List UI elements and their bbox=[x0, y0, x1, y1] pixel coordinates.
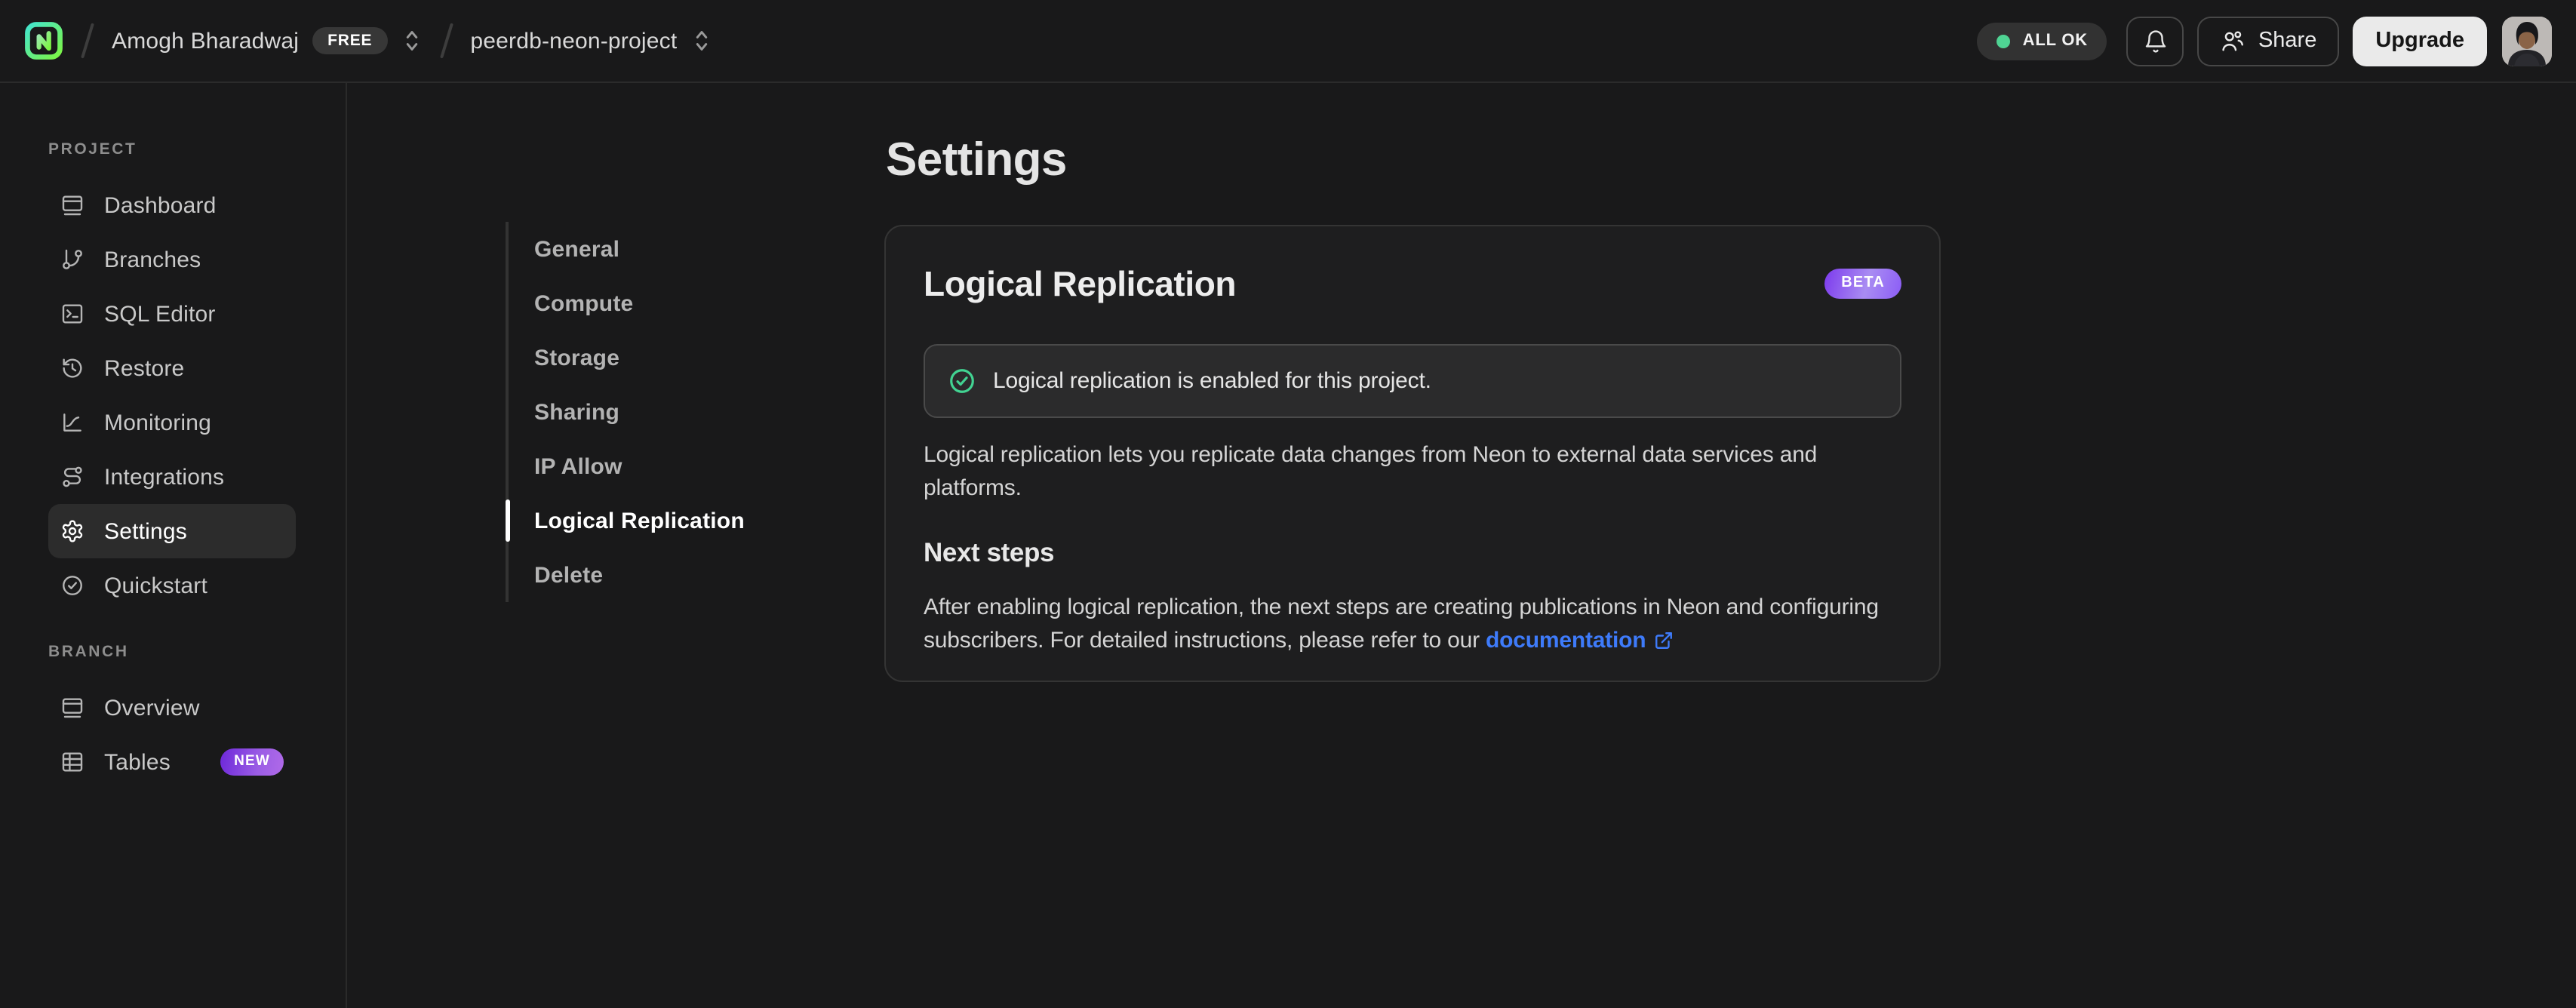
top-bar: Amogh Bharadwaj FREE peerdb-neon-project… bbox=[0, 0, 2576, 83]
project-name[interactable]: peerdb-neon-project bbox=[470, 28, 677, 54]
card-title: Logical Replication bbox=[924, 263, 1237, 303]
sidebar: PROJECT Dashboard Branches SQL Editor Re… bbox=[0, 83, 347, 1008]
notifications-button[interactable] bbox=[2126, 16, 2184, 66]
sidebar-item-integrations[interactable]: Integrations bbox=[48, 450, 296, 504]
plan-badge: FREE bbox=[312, 26, 388, 55]
subnav-item-storage[interactable]: Storage bbox=[509, 330, 833, 385]
breadcrumb-divider bbox=[439, 23, 453, 59]
upgrade-button[interactable]: Upgrade bbox=[2353, 16, 2487, 66]
next-steps-title: Next steps bbox=[924, 537, 1055, 567]
check-circle-icon bbox=[60, 573, 85, 598]
window-icon bbox=[60, 696, 85, 720]
sidebar-section-branch: BRANCH bbox=[48, 643, 129, 661]
page-title: Settings bbox=[886, 133, 1067, 186]
subnav-item-sharing[interactable]: Sharing bbox=[509, 385, 833, 439]
status-badge[interactable]: ALL OK bbox=[1977, 22, 2107, 60]
users-icon bbox=[2221, 28, 2246, 54]
sidebar-item-branches[interactable]: Branches bbox=[48, 232, 296, 287]
org-name[interactable]: Amogh Bharadwaj bbox=[112, 28, 299, 54]
chevron-up-down-icon[interactable] bbox=[690, 29, 712, 53]
subnav-item-ip-allow[interactable]: IP Allow bbox=[509, 439, 833, 493]
sidebar-item-dashboard[interactable]: Dashboard bbox=[48, 178, 296, 232]
card-header: Logical Replication BETA bbox=[924, 263, 1901, 305]
org-selector[interactable]: Amogh Bharadwaj FREE bbox=[112, 26, 422, 55]
sidebar-item-quickstart[interactable]: Quickstart bbox=[48, 558, 296, 613]
subnav-item-logical-replication[interactable]: Logical Replication bbox=[506, 493, 833, 548]
beta-badge: BETA bbox=[1824, 269, 1901, 299]
subnav-item-compute[interactable]: Compute bbox=[509, 276, 833, 330]
share-button[interactable]: Share bbox=[2197, 16, 2340, 66]
subnav-item-delete[interactable]: Delete bbox=[509, 548, 833, 602]
new-badge: NEW bbox=[220, 748, 284, 776]
bell-icon bbox=[2143, 28, 2169, 54]
status-dot-icon bbox=[1997, 34, 2011, 48]
project-selector[interactable]: peerdb-neon-project bbox=[470, 28, 712, 54]
chevron-up-down-icon[interactable] bbox=[401, 29, 422, 53]
avatar[interactable] bbox=[2502, 16, 2552, 66]
dashboard-icon bbox=[60, 193, 85, 217]
gear-icon bbox=[60, 519, 85, 543]
table-icon bbox=[60, 750, 85, 774]
history-icon bbox=[60, 356, 85, 380]
sidebar-item-overview[interactable]: Overview bbox=[48, 681, 296, 735]
check-circle-icon bbox=[948, 367, 976, 395]
external-link-icon bbox=[1646, 627, 1673, 653]
breadcrumb-divider bbox=[81, 23, 94, 59]
banner-text: Logical replication is enabled for this … bbox=[993, 368, 1431, 394]
sidebar-section-project: PROJECT bbox=[48, 140, 137, 158]
settings-subnav: General Compute Storage Sharing IP Allow… bbox=[506, 222, 833, 602]
card-description: Logical replication lets you replicate d… bbox=[924, 442, 1818, 500]
sidebar-item-monitoring[interactable]: Monitoring bbox=[48, 395, 296, 450]
sidebar-item-tables[interactable]: Tables NEW bbox=[48, 735, 296, 789]
sidebar-item-settings[interactable]: Settings bbox=[48, 504, 296, 558]
chart-icon bbox=[60, 410, 85, 435]
git-branch-icon bbox=[60, 247, 85, 272]
logical-replication-card: Logical Replication BETA Logical replica… bbox=[884, 225, 1941, 682]
sidebar-item-restore[interactable]: Restore bbox=[48, 341, 296, 395]
neon-logo[interactable] bbox=[24, 21, 63, 60]
top-bar-actions: ALL OK Share Upgrade bbox=[1977, 16, 2552, 66]
next-steps-text: After enabling logical replication, the … bbox=[924, 595, 1879, 653]
terminal-icon bbox=[60, 302, 85, 326]
neon-console: Amogh Bharadwaj FREE peerdb-neon-project… bbox=[0, 0, 2576, 1008]
subnav-item-general[interactable]: General bbox=[509, 222, 833, 276]
success-banner: Logical replication is enabled for this … bbox=[924, 344, 1901, 418]
sidebar-item-sql-editor[interactable]: SQL Editor bbox=[48, 287, 296, 341]
share-label: Share bbox=[2258, 29, 2317, 53]
documentation-link[interactable]: documentation bbox=[1486, 627, 1673, 653]
integrations-icon bbox=[60, 465, 85, 489]
upgrade-label: Upgrade bbox=[2375, 29, 2464, 53]
